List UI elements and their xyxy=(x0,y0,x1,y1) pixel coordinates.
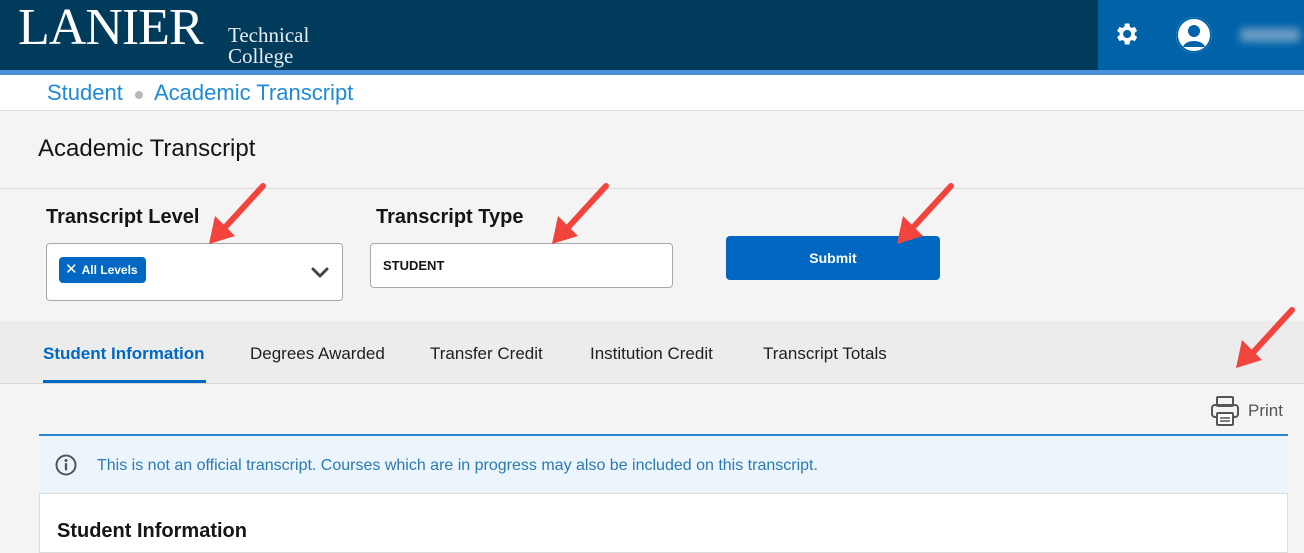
info-icon xyxy=(55,454,77,476)
breadcrumb-separator xyxy=(135,91,143,99)
tab-institution-credit[interactable]: Institution Credit xyxy=(590,343,713,365)
transcript-type-label: Transcript Type xyxy=(376,206,524,228)
print-button[interactable]: Print xyxy=(1210,395,1283,427)
student-information-heading: Student Information xyxy=(57,520,247,542)
top-header: LANIER Technical College xyxy=(0,0,1304,70)
logo-wordmark: LANIER xyxy=(18,0,204,56)
print-label: Print xyxy=(1248,401,1283,420)
printer-icon xyxy=(1211,396,1239,426)
transcript-level-label: Transcript Level xyxy=(46,206,200,228)
transcript-form: Transcript Level ✕ All Levels Transcript… xyxy=(0,189,1304,321)
submit-button[interactable]: Submit xyxy=(726,236,940,280)
transcript-level-select[interactable]: ✕ All Levels xyxy=(46,243,343,301)
logo-subtitle-technical: Technical xyxy=(228,23,310,47)
breadcrumb-academic-transcript[interactable]: Academic Transcript xyxy=(154,80,353,106)
gear-icon[interactable] xyxy=(1110,18,1142,50)
level-chip[interactable]: ✕ All Levels xyxy=(59,257,146,283)
active-tab-indicator xyxy=(43,380,206,383)
transcript-tabs: Student Information Degrees Awarded Tran… xyxy=(0,321,1304,384)
tab-transfer-credit[interactable]: Transfer Credit xyxy=(430,343,543,365)
page-title-area: Academic Transcript xyxy=(0,111,1304,189)
tab-transcript-totals[interactable]: Transcript Totals xyxy=(763,343,887,365)
transcript-type-field[interactable]: STUDENT xyxy=(370,243,673,288)
user-avatar-icon[interactable] xyxy=(1176,17,1212,53)
remove-chip-icon[interactable]: ✕ xyxy=(65,257,78,283)
tab-content: Print This is not an official transcript… xyxy=(0,384,1304,553)
breadcrumb: Student Academic Transcript xyxy=(0,75,1304,111)
tab-student-information[interactable]: Student Information xyxy=(43,343,204,365)
level-chip-label: All Levels xyxy=(81,263,138,277)
page-title: Academic Transcript xyxy=(38,135,256,162)
student-information-card: Student Information xyxy=(39,493,1288,553)
logo-subtitle-college: College xyxy=(228,44,294,68)
chevron-down-icon[interactable] xyxy=(309,261,331,283)
username-redacted[interactable] xyxy=(1240,28,1300,42)
breadcrumb-student[interactable]: Student xyxy=(47,80,123,106)
tab-degrees-awarded[interactable]: Degrees Awarded xyxy=(250,343,385,365)
unofficial-transcript-notice: This is not an official transcript. Cour… xyxy=(39,434,1288,493)
notice-text: This is not an official transcript. Cour… xyxy=(97,457,818,474)
